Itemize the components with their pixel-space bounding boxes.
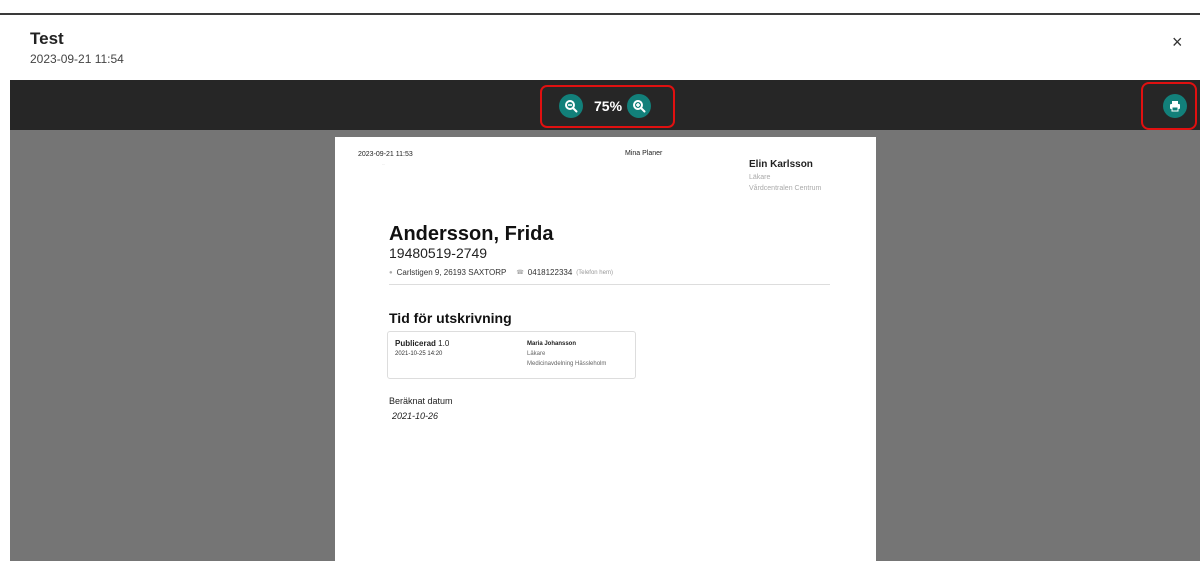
section-title: Tid för utskrivning — [389, 310, 512, 326]
document-page: 2023-09-21 11:53 ... Mina Planer Elin Ka… — [335, 137, 876, 561]
document-author-name: Elin Karlsson — [749, 159, 813, 170]
zoom-in-button[interactable] — [627, 94, 651, 118]
document-author-unit: Vårdcentralen Centrum — [749, 185, 822, 192]
document-mini-text: ... — [382, 161, 386, 166]
patient-name: Andersson, Frida — [389, 223, 554, 245]
patient-contact: ● Carlstigen 9, 26193 SAXTORP ☎ 04181223… — [389, 268, 613, 277]
publication-card: Publicerad 1.0 2021-10-25 14:20 Maria Jo… — [387, 331, 636, 379]
dialog-header: Test 2023-09-21 11:54 × — [0, 15, 1200, 79]
patient-id: 19480519-2749 — [389, 245, 488, 261]
zoom-in-icon — [633, 100, 646, 113]
publication-version: 1.0 — [438, 339, 450, 348]
publication-person-role: Läkare — [527, 351, 546, 357]
patient-phone-type: (Telefon hem) — [576, 269, 613, 276]
close-icon[interactable]: × — [1172, 33, 1183, 51]
dialog-subtitle: 2023-09-21 11:54 — [30, 52, 124, 66]
print-icon — [1170, 101, 1180, 112]
dialog-title: Test — [30, 29, 64, 48]
zoom-out-icon — [565, 100, 578, 113]
zoom-out-button[interactable] — [559, 94, 583, 118]
publication-person: Maria Johansson — [527, 341, 577, 347]
patient-address: Carlstigen 9, 26193 SAXTORP — [396, 268, 507, 277]
publication-datetime: 2021-10-25 14:20 — [395, 351, 443, 357]
print-button[interactable] — [1163, 94, 1187, 118]
location-icon: ● — [389, 269, 393, 276]
patient-phone: 0418122334 — [527, 268, 573, 277]
calculated-date-label: Beräknat datum — [389, 396, 453, 406]
document-app-name: Mina Planer — [625, 150, 663, 157]
phone-icon: ☎ — [516, 270, 524, 276]
publication-person-unit: Medicinavdelning Hässleholm — [527, 361, 607, 367]
publication-status: Publicerad 1.0 — [395, 339, 449, 348]
zoom-level: 75% — [594, 98, 623, 114]
calculated-date-value: 2021-10-26 — [392, 411, 439, 421]
section-divider — [389, 284, 830, 285]
publication-status-label: Publicerad — [395, 339, 436, 348]
document-author-role: Läkare — [749, 174, 771, 181]
document-printed-at: 2023-09-21 11:53 — [358, 151, 413, 158]
